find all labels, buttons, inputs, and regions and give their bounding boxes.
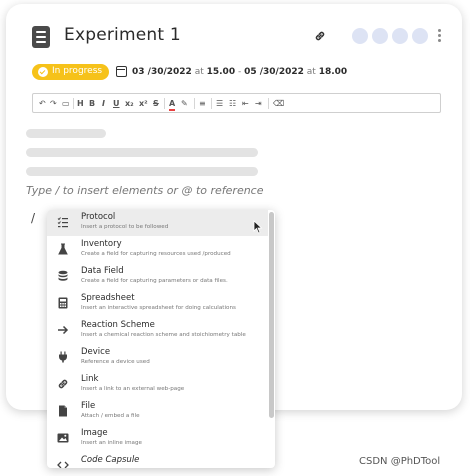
menu-item-title: Link [81, 374, 99, 384]
toolbar-divider [268, 98, 269, 109]
link-icon [58, 379, 68, 389]
menu-scrollbar-thumb[interactable] [269, 212, 274, 418]
menu-item-title: Inventory [81, 239, 122, 249]
at-label: at [194, 67, 204, 77]
calculator-icon [58, 297, 68, 309]
status-label: In progress [52, 66, 103, 76]
range-dash: - [237, 67, 242, 77]
code-block-icon[interactable]: ▭ [62, 98, 70, 109]
collaborator-avatars[interactable] [350, 26, 434, 46]
calendar-icon[interactable] [116, 66, 127, 77]
content-placeholder [26, 148, 258, 157]
toolbar-divider [211, 98, 212, 109]
flask-icon [58, 243, 68, 255]
file-icon [59, 405, 67, 417]
avatar[interactable] [390, 26, 410, 46]
numbered-list-icon[interactable]: ☷ [229, 98, 236, 109]
toolbar-divider [73, 98, 74, 109]
editor-hint[interactable]: Type / to insert elements or @ to refere… [26, 184, 264, 197]
toolbar-divider [164, 98, 165, 109]
menu-item-title: File [81, 401, 96, 411]
link-icon[interactable] [314, 30, 326, 42]
menu-item-title: Spreadsheet [81, 293, 135, 303]
status-row: In progress 03 /30/2022 at 15.00 - 05 /3… [32, 64, 452, 82]
avatar[interactable] [370, 26, 390, 46]
mouse-pointer-icon [253, 220, 263, 234]
bold-button[interactable]: B [89, 98, 95, 109]
content-placeholder [26, 129, 106, 138]
date-range[interactable]: 03 /30/2022 at 15.00 - 05 /30/2022 at 18… [132, 67, 347, 77]
menu-item-data-field[interactable]: Data Field Create a field for capturing … [47, 264, 268, 290]
menu-item-description: Reference a device used [81, 359, 150, 365]
avatar[interactable] [350, 26, 370, 46]
check-icon [38, 67, 48, 77]
underline-button[interactable]: U [113, 98, 120, 109]
experiment-title[interactable]: Experiment 1 [64, 25, 181, 45]
highlight-icon[interactable]: ✎ [181, 98, 188, 109]
more-options-icon[interactable] [437, 28, 443, 44]
menu-item-title: Data Field [81, 266, 124, 276]
menu-item-file[interactable]: File Attach / embed a file [47, 399, 268, 425]
heading-button[interactable]: H [77, 98, 84, 109]
end-date: 05 /30/2022 [244, 67, 304, 77]
clear-format-icon[interactable]: ⌫ [273, 98, 284, 109]
redo-icon[interactable]: ↷ [50, 98, 57, 109]
menu-item-description: Insert a chemical reaction scheme and st… [81, 332, 246, 338]
status-badge[interactable]: In progress [32, 64, 109, 80]
watermark-text: CSDN @PhDTool [359, 456, 441, 467]
undo-icon[interactable]: ↶ [39, 98, 46, 109]
subscript-button[interactable]: x₂ [125, 98, 134, 109]
image-icon [57, 433, 69, 443]
start-date: 03 /30/2022 [132, 67, 192, 77]
content-placeholder [26, 167, 258, 176]
menu-item-inventory[interactable]: Inventory Create a field for capturing r… [47, 237, 268, 263]
document-icon [32, 26, 50, 48]
italic-button[interactable]: I [102, 98, 105, 109]
menu-item-description: Insert a link to an external web-page [81, 386, 185, 392]
superscript-button[interactable]: x² [139, 98, 148, 109]
menu-item-description: Attach / embed a file [81, 413, 140, 419]
menu-item-title: Code Capsule [81, 455, 140, 465]
end-time: 18.00 [318, 67, 348, 77]
plug-icon [59, 351, 67, 363]
menu-item-spreadsheet[interactable]: Spreadsheet Insert an interactive spread… [47, 291, 268, 317]
start-time: 15.00 [206, 67, 236, 77]
avatar[interactable] [410, 26, 430, 46]
slash-command-input[interactable]: / [31, 211, 35, 225]
insert-element-menu: Protocol Insert a protocol to be followe… [47, 210, 275, 468]
menu-item-code-capsule[interactable]: Code Capsule [47, 453, 268, 468]
menu-item-image[interactable]: Image Insert an inline image [47, 426, 268, 452]
menu-item-device[interactable]: Device Reference a device used [47, 345, 268, 371]
menu-item-reaction-scheme[interactable]: Reaction Scheme Insert a chemical reacti… [47, 318, 268, 344]
text-color-button[interactable]: A [169, 98, 176, 111]
at-label: at [306, 67, 316, 77]
menu-item-description: Insert an inline image [81, 440, 142, 446]
menu-item-title: Reaction Scheme [81, 320, 155, 330]
menu-item-description: Insert a protocol to be followed [81, 224, 169, 230]
menu-item-link[interactable]: Link Insert a link to an external web-pa… [47, 372, 268, 398]
strikethrough-button[interactable]: S [153, 98, 159, 109]
menu-item-description: Create a field for capturing parameters … [81, 278, 228, 284]
menu-item-title: Image [81, 428, 108, 438]
outdent-icon[interactable]: ⇤ [242, 98, 249, 109]
menu-item-protocol[interactable]: Protocol Insert a protocol to be followe… [47, 210, 268, 236]
indent-icon[interactable]: ⇥ [255, 98, 262, 109]
menu-item-description: Insert an interactive spreadsheet for do… [81, 305, 236, 311]
experiment-header: Experiment 1 [32, 24, 448, 50]
align-icon[interactable]: ≡ [199, 98, 206, 109]
code-icon [57, 461, 69, 468]
database-icon [58, 270, 68, 281]
menu-scrollbar[interactable] [269, 212, 274, 466]
menu-item-title: Device [81, 347, 111, 357]
toolbar-divider [194, 98, 195, 109]
arrow-right-icon [58, 325, 69, 335]
formatting-toolbar: ↶ ↷ ▭ H B I U x₂ x² S A ✎ ≡ ☰ ☷ ⇤ ⇥ ⌫ [32, 93, 441, 113]
bullet-list-icon[interactable]: ☰ [216, 98, 223, 109]
list-check-icon [57, 217, 68, 228]
menu-item-description: Create a field for capturing resources u… [81, 251, 231, 257]
menu-item-title: Protocol [81, 212, 116, 222]
